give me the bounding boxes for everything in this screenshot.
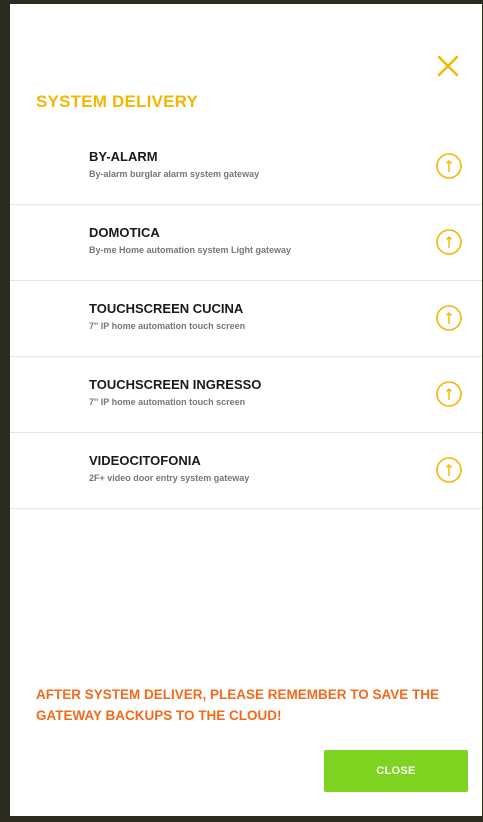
gateway-item-touchscreen-ingresso: TOUCHSCREEN INGRESSO 7'' IP home automat… (10, 357, 482, 433)
backup-warning-text: AFTER SYSTEM DELIVER, PLEASE REMEMBER TO… (36, 687, 440, 723)
upload-circle-icon[interactable] (435, 304, 463, 332)
gateway-name: BY-ALARM (89, 149, 158, 164)
gateway-name: DOMOTICA (89, 225, 160, 240)
gateway-item-videocitofonia: VIDEOCITOFONIA 2F+ video door entry syst… (10, 433, 482, 509)
gateway-list: BY-ALARM By-alarm burglar alarm system g… (10, 129, 482, 509)
upload-circle-icon[interactable] (435, 228, 463, 256)
gateway-description: By-me Home automation system Light gatew… (89, 245, 292, 255)
gateway-item-domotica: DOMOTICA By-me Home automation system Li… (10, 205, 482, 281)
dialog-title: SYSTEM DELIVERY (36, 92, 199, 111)
gateway-description: 7'' IP home automation touch screen (89, 397, 246, 407)
close-x-icon[interactable] (432, 50, 464, 82)
upload-circle-icon[interactable] (435, 456, 463, 484)
gateway-description: 2F+ video door entry system gateway (89, 473, 250, 483)
gateway-description: By-alarm burglar alarm system gateway (89, 169, 260, 179)
upload-circle-icon[interactable] (435, 380, 463, 408)
gateway-name: VIDEOCITOFONIA (89, 453, 201, 468)
system-delivery-dialog: SYSTEM DELIVERY BY-ALARM By-alarm burgla… (10, 4, 482, 816)
upload-circle-icon[interactable] (435, 152, 463, 180)
gateway-item-touchscreen-cucina: TOUCHSCREEN CUCINA 7'' IP home automatio… (10, 281, 482, 357)
gateway-name: TOUCHSCREEN INGRESSO (89, 377, 262, 392)
gateway-item-by-alarm: BY-ALARM By-alarm burglar alarm system g… (10, 129, 482, 205)
gateway-description: 7'' IP home automation touch screen (89, 321, 246, 331)
gateway-name: TOUCHSCREEN CUCINA (89, 301, 244, 316)
close-button[interactable]: CLOSE (324, 750, 468, 792)
